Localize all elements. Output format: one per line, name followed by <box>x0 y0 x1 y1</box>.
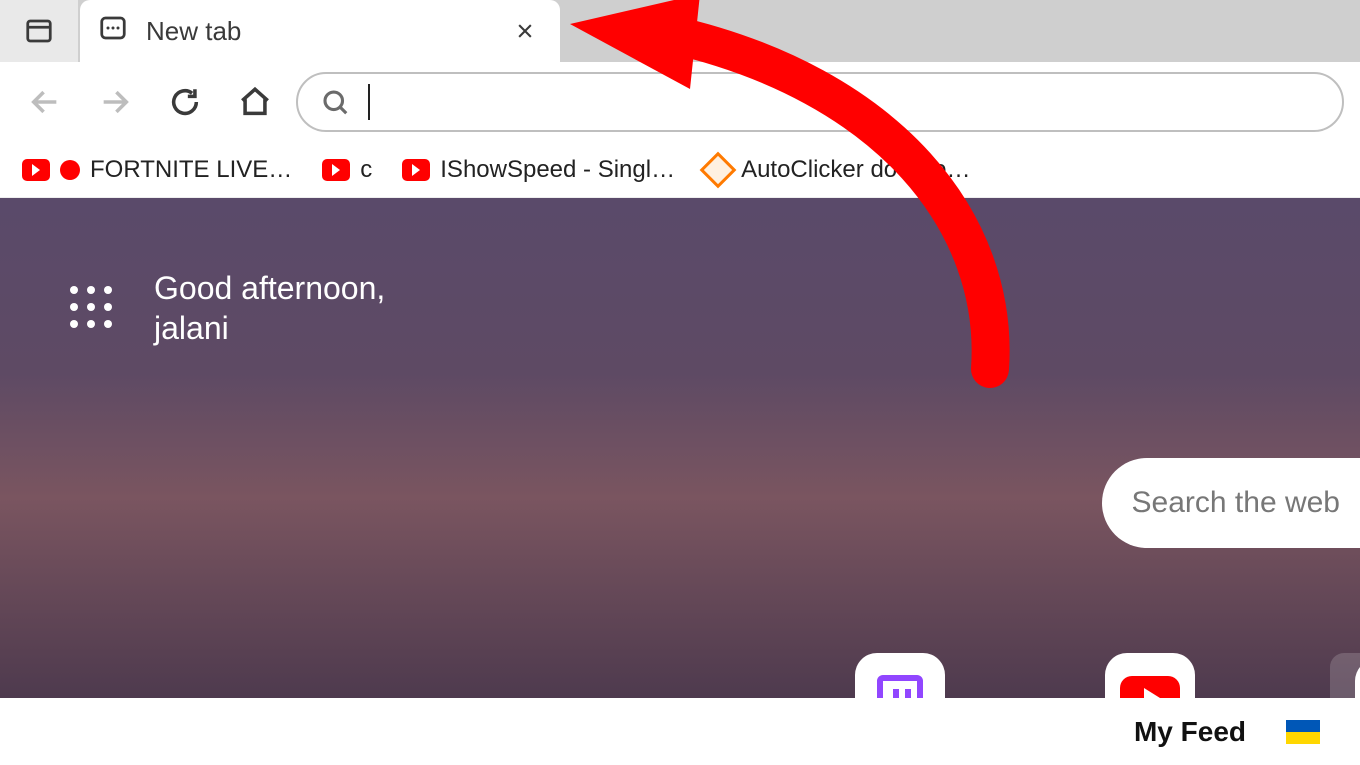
bookmark-label: IShowSpeed - Singl… <box>440 156 675 184</box>
refresh-button[interactable] <box>156 73 214 131</box>
my-feed-tab[interactable]: My Feed <box>1134 716 1246 748</box>
tab-close-button[interactable] <box>508 14 542 48</box>
address-bar[interactable] <box>296 72 1344 132</box>
youtube-icon <box>1120 676 1180 698</box>
bookmarks-bar: FORTNITE LIVE… c IShowSpeed - Singl… Aut… <box>0 142 1360 198</box>
home-button[interactable] <box>226 73 284 131</box>
youtube-icon <box>22 159 50 181</box>
bookmark-item[interactable]: c <box>310 150 384 190</box>
greeting-line2: jalani <box>154 308 385 348</box>
titlebar: New tab <box>0 0 1360 62</box>
browser-tab[interactable]: New tab <box>80 0 560 62</box>
close-icon <box>515 21 535 41</box>
greeting: Good afternoon, jalani <box>154 268 385 348</box>
twitch-icon <box>877 675 923 698</box>
app-launcher-button[interactable] <box>70 286 114 330</box>
ukraine-flag-icon[interactable] <box>1286 720 1320 744</box>
text-caret <box>368 84 370 120</box>
refresh-icon <box>168 85 202 119</box>
newtab-icon <box>98 13 128 50</box>
ntp-search-placeholder: Search the web <box>1132 486 1340 520</box>
quick-link-twitch[interactable]: (9) larnzyyy <box>830 653 970 698</box>
youtube-icon <box>322 159 350 181</box>
ntp-header: Good afternoon, jalani <box>70 268 385 348</box>
live-indicator-icon <box>60 160 80 180</box>
quick-links: (9) larnzyyy YouTube Rob <box>830 653 1360 698</box>
quick-link-roblox[interactable]: Rob <box>1330 653 1360 698</box>
forward-button[interactable] <box>86 73 144 131</box>
window-icon <box>24 16 54 46</box>
feed-bar: My Feed <box>0 698 1360 765</box>
bookmark-item[interactable]: IShowSpeed - Singl… <box>390 150 687 190</box>
tab-title: New tab <box>146 16 490 47</box>
back-button[interactable] <box>16 73 74 131</box>
quick-link-tile <box>855 653 945 698</box>
toolbar <box>0 62 1360 142</box>
arrow-left-icon <box>28 85 62 119</box>
quick-link-tile <box>1105 653 1195 698</box>
quick-link-youtube[interactable]: YouTube <box>1080 653 1220 698</box>
search-icon <box>320 87 350 117</box>
arrow-right-icon <box>98 85 132 119</box>
bookmark-label: FORTNITE LIVE… <box>90 156 292 184</box>
youtube-icon <box>402 159 430 181</box>
bookmark-label: c <box>360 156 372 184</box>
bookmark-item[interactable]: FORTNITE LIVE… <box>10 150 304 190</box>
home-icon <box>238 85 272 119</box>
ntp-search-box[interactable]: Search the web <box>1102 458 1360 548</box>
bookmark-label: AutoClicker downlo… <box>741 156 970 184</box>
diamond-icon <box>700 151 737 188</box>
tab-actions-button[interactable] <box>0 0 80 62</box>
greeting-line1: Good afternoon, <box>154 268 385 308</box>
new-tab-page: Good afternoon, jalani Search the web (9… <box>0 198 1360 698</box>
bookmark-item[interactable]: AutoClicker downlo… <box>693 150 982 190</box>
tab-well: New tab <box>0 0 560 62</box>
